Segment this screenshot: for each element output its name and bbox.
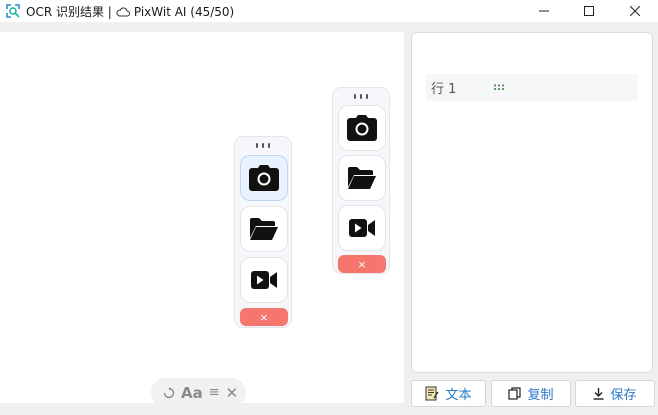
drag-handle[interactable] xyxy=(333,94,389,99)
row-drag-handle[interactable]: ::: xyxy=(493,82,505,93)
text-button-label: 文本 xyxy=(445,388,472,403)
open-file-button[interactable] xyxy=(338,155,386,201)
close-toolbar-button[interactable]: × xyxy=(240,308,288,326)
capture-toolbar-b[interactable]: × xyxy=(332,87,390,274)
copy-button-label: 复制 xyxy=(527,388,554,403)
text-button[interactable]: 文本 xyxy=(411,380,486,407)
video-icon xyxy=(251,271,277,289)
camera-icon xyxy=(249,165,279,191)
font-size-button[interactable]: Aa xyxy=(181,384,203,402)
screenshot-button[interactable] xyxy=(338,105,386,151)
maximize-icon xyxy=(584,6,594,16)
video-icon xyxy=(349,219,375,237)
window-title-main: OCR 识别结果 | xyxy=(26,5,112,19)
window-title: OCR 识别结果 | PixWit AI (45/50) xyxy=(26,3,234,20)
window-title-app: PixWit AI (45/50) xyxy=(133,4,235,19)
copy-icon xyxy=(508,387,522,400)
minimize-button[interactable] xyxy=(521,0,567,22)
status-strip xyxy=(0,403,404,415)
save-button[interactable]: 保存 xyxy=(575,380,655,407)
ocr-results-panel: 行 1 ::: xyxy=(411,32,653,373)
screenshot-button[interactable] xyxy=(240,155,288,201)
maximize-button[interactable] xyxy=(566,0,612,22)
close-window-button[interactable] xyxy=(612,0,658,22)
close-toolbar-button[interactable]: × xyxy=(338,255,386,273)
drag-handle[interactable] xyxy=(235,143,291,148)
download-icon xyxy=(593,387,604,400)
close-mini-toolbar-button[interactable]: ✕ xyxy=(226,384,239,402)
save-button-label: 保存 xyxy=(610,388,637,403)
copy-button[interactable]: 复制 xyxy=(491,380,571,407)
open-file-button[interactable] xyxy=(240,206,288,252)
menu-button[interactable]: ≡ xyxy=(209,385,220,400)
cloud-icon xyxy=(116,7,130,16)
title-bar: OCR 识别结果 | PixWit AI (45/50) xyxy=(0,0,658,22)
close-icon xyxy=(630,6,640,16)
folder-open-icon xyxy=(250,218,278,240)
app-logo-icon xyxy=(6,4,20,18)
minimize-icon xyxy=(539,10,549,12)
capture-toolbar-a[interactable]: × xyxy=(234,136,292,328)
canvas-area: × × xyxy=(0,32,404,403)
result-row[interactable]: 行 1 ::: xyxy=(426,74,638,101)
record-video-button[interactable] xyxy=(240,257,288,303)
folder-open-icon xyxy=(348,167,376,189)
rotate-icon[interactable] xyxy=(163,386,175,399)
record-video-button[interactable] xyxy=(338,205,386,251)
result-row-label: 行 1 xyxy=(431,82,457,97)
camera-icon xyxy=(347,115,377,141)
document-edit-icon xyxy=(425,386,440,401)
